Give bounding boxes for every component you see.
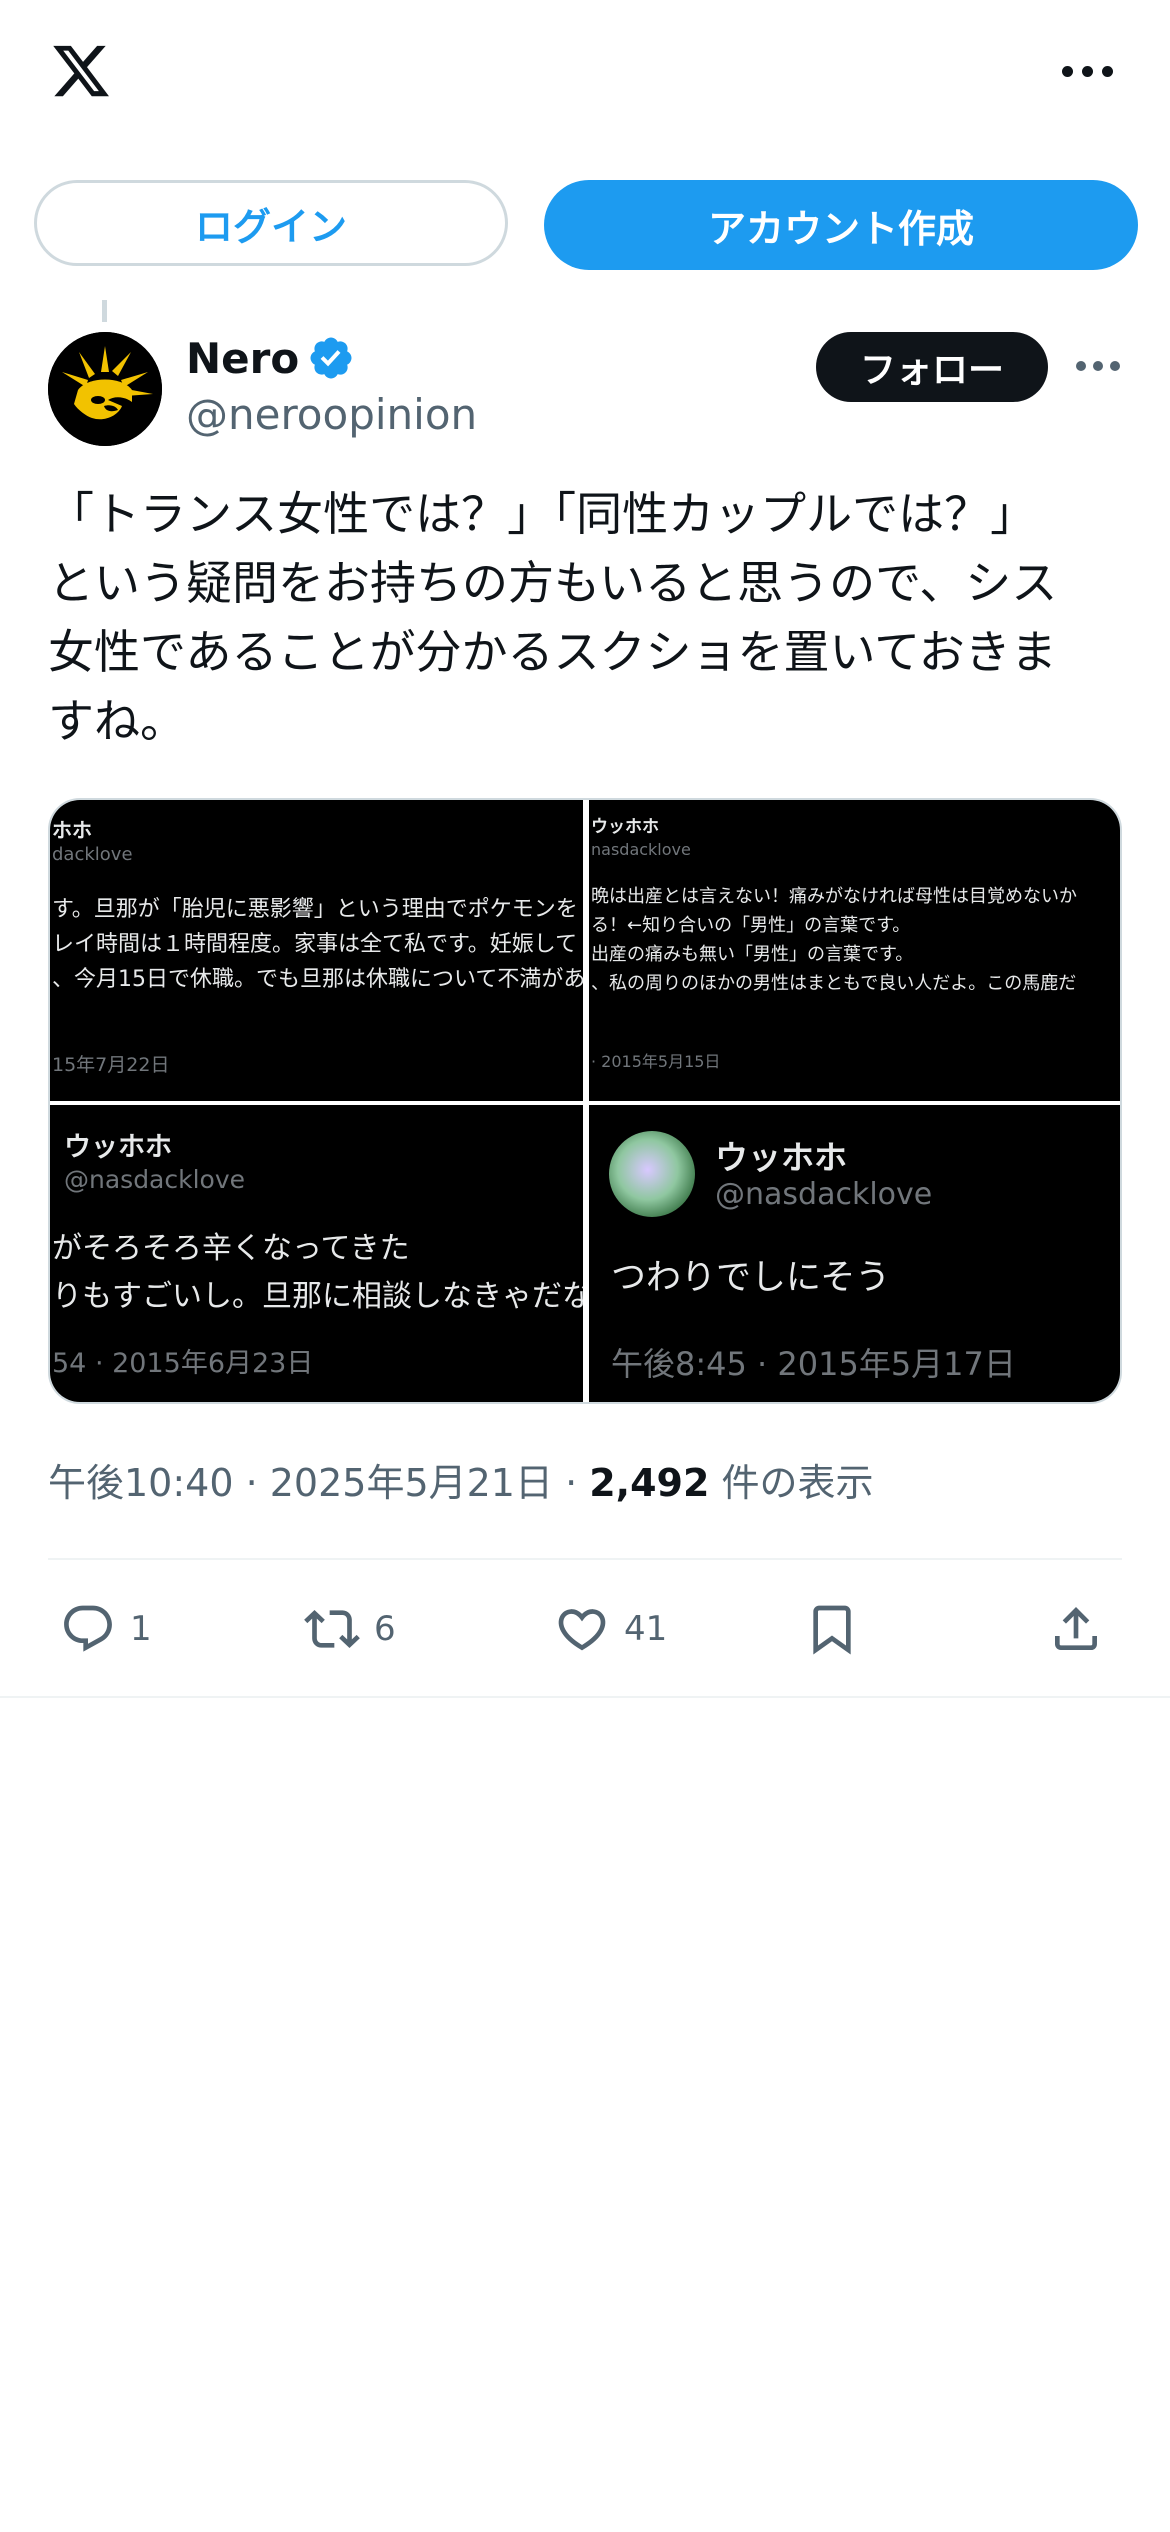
- reply-count: 1: [130, 1609, 152, 1649]
- media-image-1[interactable]: ホホ dacklove す。旦那が「胎児に悪影響」という理由でポケモンを レイ時…: [50, 800, 583, 1101]
- media-date: 午後8:45 · 2015年5月17日: [611, 1345, 1016, 1383]
- follow-button[interactable]: フォロー: [816, 332, 1048, 402]
- post-more-icon[interactable]: [1076, 358, 1120, 374]
- retweet-icon: [304, 1610, 360, 1648]
- create-account-button[interactable]: アカウント作成: [544, 180, 1138, 270]
- media-text: がそろそろ辛くなってきた りもすごいし。旦那に相談しなきゃだな。: [52, 1231, 583, 1314]
- x-logo-icon[interactable]: [48, 40, 114, 102]
- media-author-name: ウッホホ: [715, 1138, 847, 1177]
- reply-button[interactable]: 1: [60, 1594, 152, 1664]
- post-meta: 午後10:40 · 2025年5月21日 · 2,492 件の表示: [48, 1452, 874, 1507]
- views-label: 件の表示: [709, 1461, 874, 1505]
- bookmark-button[interactable]: [804, 1594, 860, 1664]
- media-grid[interactable]: ホホ dacklove す。旦那が「胎児に悪影響」という理由でポケモンを レイ時…: [48, 798, 1122, 1404]
- media-date: 54 · 2015年6月23日: [52, 1348, 314, 1379]
- retweet-button[interactable]: 6: [304, 1594, 396, 1664]
- media-author-name: ウッホホ: [64, 1132, 172, 1163]
- media-author-handle: @nasdacklove: [715, 1177, 933, 1212]
- more-horizontal-icon[interactable]: [1062, 62, 1114, 82]
- top-bar: [0, 0, 1170, 150]
- heart-icon: [558, 1609, 606, 1651]
- author-name[interactable]: Nero: [186, 334, 299, 383]
- media-author-handle: nasdacklove: [591, 840, 691, 859]
- action-bar: 1 6 41: [48, 1594, 1122, 1664]
- media-author-handle: dacklove: [52, 844, 133, 865]
- media-date: 15年7月22日: [52, 1054, 170, 1076]
- like-count: 41: [624, 1609, 668, 1649]
- auth-buttons: ログイン アカウント作成: [34, 180, 1138, 270]
- tweet-text: 「トランス女性では？」「同性カップルでは？」 という疑問をお持ちの方もいると思う…: [48, 487, 1058, 748]
- media-author-handle: @nasdacklove: [64, 1165, 246, 1194]
- media-author-name: ホホ: [52, 818, 92, 842]
- login-button[interactable]: ログイン: [34, 180, 508, 266]
- divider: [48, 1558, 1122, 1560]
- thread-line: [102, 300, 107, 322]
- author-handle[interactable]: @neroopinion: [186, 390, 477, 439]
- reply-icon: [64, 1605, 112, 1652]
- media-text: 晩は出産とは言えない！痛みがなければ母性は目覚めないか る！←知り合いの「男性」…: [591, 886, 1077, 994]
- share-icon: [1055, 1607, 1097, 1650]
- like-button[interactable]: 41: [554, 1594, 667, 1664]
- share-button[interactable]: [1048, 1594, 1104, 1664]
- views-count: 2,492: [589, 1461, 710, 1505]
- bookmark-icon: [813, 1605, 851, 1655]
- media-date: · 2015年5月15日: [591, 1052, 721, 1071]
- verified-badge-icon: [310, 337, 352, 379]
- media-avatar: [609, 1131, 695, 1217]
- retweet-count: 6: [374, 1609, 396, 1649]
- divider: [0, 1696, 1170, 1698]
- media-text: す。旦那が「胎児に悪影響」という理由でポケモンを レイ時間は１時間程度。家事は全…: [52, 897, 583, 992]
- media-text: つわりでしにそう: [611, 1258, 891, 1298]
- media-image-2[interactable]: ウッホホ nasdacklove 晩は出産とは言えない！痛みがなければ母性は目覚…: [589, 800, 1120, 1101]
- avatar[interactable]: [48, 332, 162, 446]
- post-timestamp[interactable]: 午後10:40 · 2025年5月21日 ·: [48, 1461, 589, 1505]
- media-image-3[interactable]: ウッホホ @nasdacklove がそろそろ辛くなってきた りもすごいし。旦那…: [50, 1105, 583, 1402]
- media-author-name: ウッホホ: [591, 817, 659, 837]
- statue-of-liberty-icon: [48, 332, 162, 446]
- media-image-4[interactable]: ウッホホ @nasdacklove つわりでしにそう 午後8:45 · 2015…: [589, 1105, 1120, 1402]
- author-name-row: Nero: [186, 328, 355, 388]
